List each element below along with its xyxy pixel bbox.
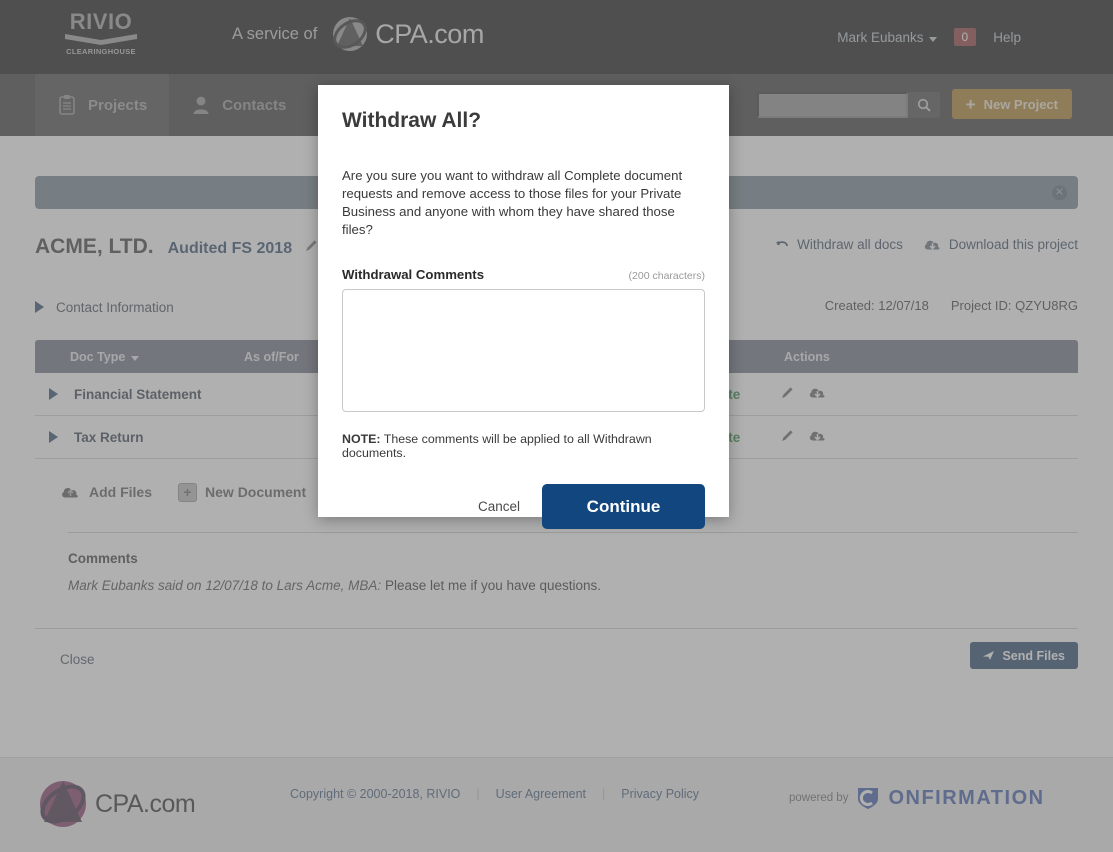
modal-actions: Cancel Continue <box>342 484 705 529</box>
modal-note: NOTE: These comments will be applied to … <box>342 432 705 460</box>
modal-note-prefix: NOTE: <box>342 432 381 446</box>
withdraw-all-modal: Withdraw All? Are you sure you want to w… <box>318 85 729 529</box>
withdrawal-comments-input[interactable] <box>342 289 705 412</box>
cancel-button[interactable]: Cancel <box>478 499 520 514</box>
withdrawal-comments-label: Withdrawal Comments <box>342 267 485 282</box>
character-limit-hint: (200 characters) <box>628 270 705 282</box>
app-window: RIVIO CLEARINGHOUSE A service of CPA.com… <box>0 0 1113 852</box>
withdrawal-comments-label-row: Withdrawal Comments (200 characters) <box>342 267 705 282</box>
modal-body-text: Are you sure you want to withdraw all Co… <box>342 168 683 237</box>
modal-title: Withdraw All? <box>342 109 482 132</box>
modal-note-text: These comments will be applied to all Wi… <box>342 432 652 460</box>
continue-button[interactable]: Continue <box>542 484 705 529</box>
